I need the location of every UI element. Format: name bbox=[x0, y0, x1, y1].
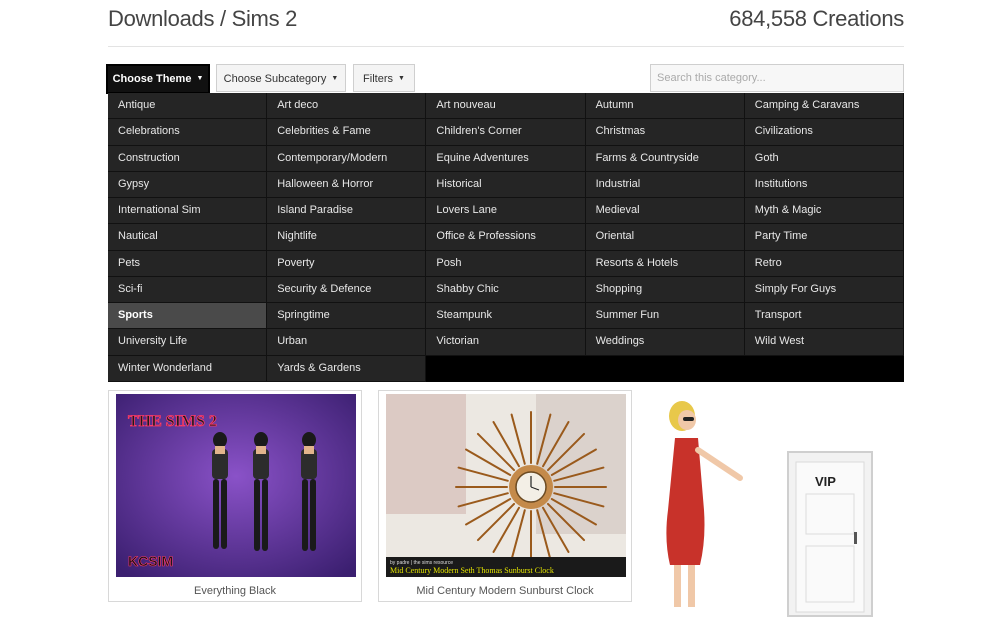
theme-option[interactable]: Winter Wonderland bbox=[108, 355, 268, 382]
theme-option[interactable]: Medieval bbox=[585, 198, 745, 225]
theme-option[interactable]: Farms & Countryside bbox=[585, 145, 745, 172]
theme-option[interactable]: Lovers Lane bbox=[426, 198, 586, 225]
theme-option[interactable]: Springtime bbox=[267, 303, 427, 330]
theme-option[interactable]: Weddings bbox=[585, 329, 745, 356]
page-title: Downloads / Sims 2 bbox=[108, 6, 298, 31]
theme-option[interactable]: Transport bbox=[744, 303, 904, 330]
theme-option[interactable]: Yards & Gardens bbox=[267, 355, 427, 382]
theme-option[interactable]: University Life bbox=[108, 329, 268, 356]
theme-option[interactable]: Party Time bbox=[744, 224, 904, 251]
theme-option[interactable]: Contemporary/Modern bbox=[267, 145, 427, 172]
creation-title[interactable]: Mid Century Modern Sunburst Clock bbox=[379, 585, 631, 597]
theme-option[interactable]: Sci-fi bbox=[108, 276, 268, 304]
theme-option[interactable]: Art deco bbox=[267, 93, 427, 120]
theme-option[interactable]: Summer Fun bbox=[585, 303, 745, 330]
choose-theme-label: Choose Theme bbox=[112, 73, 192, 85]
creation-thumbnail[interactable]: by padre | the sims resource Mid Century… bbox=[386, 394, 626, 577]
filters-button[interactable]: Filters ▼ bbox=[353, 64, 415, 92]
theme-option[interactable]: Sports bbox=[108, 303, 268, 330]
theme-option[interactable]: Antique bbox=[108, 93, 268, 120]
vip-sign: VIP bbox=[815, 474, 836, 489]
theme-option[interactable]: Construction bbox=[108, 145, 268, 172]
theme-option[interactable]: Posh bbox=[426, 250, 586, 277]
caret-down-icon: ▼ bbox=[196, 75, 204, 83]
theme-option[interactable]: Nightlife bbox=[267, 224, 427, 251]
creation-title[interactable]: Everything Black bbox=[109, 585, 361, 597]
svg-text:KCSIM: KCSIM bbox=[128, 553, 173, 569]
theme-option[interactable]: Shopping bbox=[585, 276, 745, 304]
svg-text:THE SIMS 2: THE SIMS 2 bbox=[128, 413, 217, 430]
theme-option[interactable]: Christmas bbox=[585, 119, 745, 146]
ad-illustration: VIP bbox=[666, 401, 873, 617]
category-search-input[interactable] bbox=[650, 64, 904, 92]
theme-option[interactable]: Urban bbox=[267, 329, 427, 356]
choose-subcategory-label: Choose Subcategory bbox=[223, 73, 327, 85]
theme-option[interactable]: Resorts & Hotels bbox=[585, 250, 745, 277]
caret-down-icon: ▼ bbox=[398, 75, 405, 83]
theme-option[interactable]: Celebrities & Fame bbox=[267, 119, 427, 146]
sunburst-clock-image: by padre | the sims resource Mid Century… bbox=[386, 394, 626, 577]
theme-option[interactable]: Gypsy bbox=[108, 171, 268, 199]
theme-option[interactable]: Office & Professions bbox=[426, 224, 586, 251]
theme-option[interactable]: Island Paradise bbox=[267, 198, 427, 225]
creation-thumbnail[interactable]: THE SIMS 2 KCSIM bbox=[116, 394, 356, 577]
choose-theme-button[interactable]: Choose Theme ▼ bbox=[106, 64, 210, 94]
theme-option[interactable]: Security & Defence bbox=[267, 276, 427, 304]
theme-option[interactable]: Camping & Caravans bbox=[744, 93, 904, 120]
theme-option[interactable]: Historical bbox=[426, 171, 586, 199]
theme-option[interactable]: Shabby Chic bbox=[426, 276, 586, 304]
everything-black-image: THE SIMS 2 KCSIM bbox=[116, 394, 356, 577]
creation-card[interactable]: by padre | the sims resource Mid Century… bbox=[378, 390, 632, 602]
theme-option[interactable]: Civilizations bbox=[744, 119, 904, 146]
theme-option[interactable]: Oriental bbox=[585, 224, 745, 251]
header-divider bbox=[108, 46, 904, 47]
theme-option[interactable]: Wild West bbox=[744, 329, 904, 356]
creation-card[interactable]: THE SIMS 2 KCSIM Everything Black bbox=[108, 390, 362, 602]
theme-option[interactable]: Pets bbox=[108, 250, 268, 277]
theme-option[interactable]: Industrial bbox=[585, 171, 745, 199]
theme-option[interactable]: Retro bbox=[744, 250, 904, 277]
svg-text:Mid Century Modern Seth Thomas: Mid Century Modern Seth Thomas Sunburst … bbox=[390, 566, 554, 575]
theme-option[interactable]: Halloween & Horror bbox=[267, 171, 427, 199]
theme-option[interactable]: International Sim bbox=[108, 198, 268, 225]
choose-subcategory-button[interactable]: Choose Subcategory ▼ bbox=[216, 64, 346, 92]
theme-option[interactable]: Autumn bbox=[585, 93, 745, 120]
theme-option[interactable]: Children's Corner bbox=[426, 119, 586, 146]
theme-option[interactable]: Institutions bbox=[744, 171, 904, 199]
theme-option[interactable]: Myth & Magic bbox=[744, 198, 904, 225]
page-header: Downloads / Sims 2 684,558 Creations bbox=[108, 6, 904, 38]
theme-option[interactable]: Art nouveau bbox=[426, 93, 586, 120]
theme-dropdown-menu: Antique Art deco Art nouveau Autumn Camping … bbox=[108, 93, 904, 382]
caret-down-icon: ▼ bbox=[331, 75, 339, 83]
theme-option[interactable]: Victorian bbox=[426, 329, 586, 356]
theme-option[interactable]: Goth bbox=[744, 145, 904, 172]
theme-option[interactable]: Poverty bbox=[267, 250, 427, 277]
theme-option[interactable]: Equine Adventures bbox=[426, 145, 586, 172]
advertisement[interactable]: VIP bbox=[650, 390, 904, 619]
theme-option[interactable]: Nautical bbox=[108, 224, 268, 251]
theme-option[interactable]: Simply For Guys bbox=[744, 276, 904, 304]
theme-option[interactable]: Celebrations bbox=[108, 119, 268, 146]
theme-option[interactable]: Steampunk bbox=[426, 303, 586, 330]
creations-count: 684,558 Creations bbox=[729, 6, 904, 31]
filters-label: Filters bbox=[363, 73, 393, 85]
